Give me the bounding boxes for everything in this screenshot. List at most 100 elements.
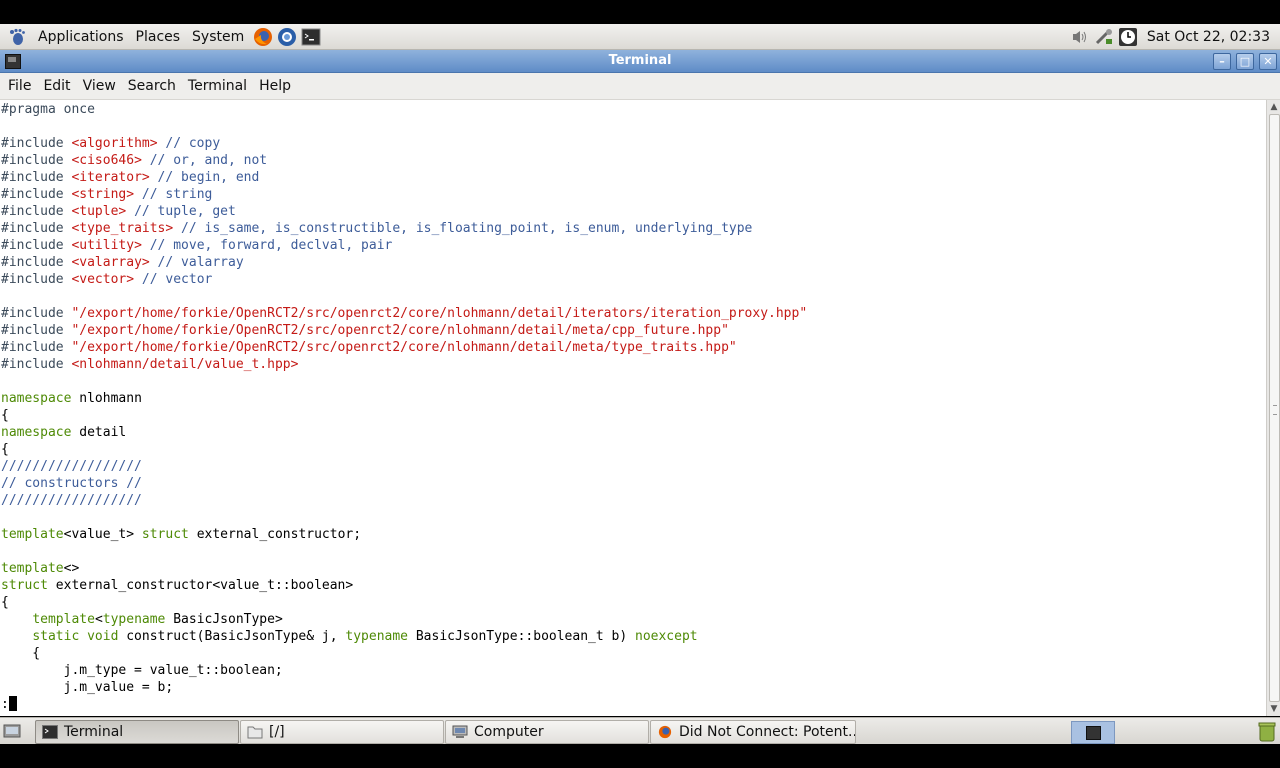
maximize-button[interactable]: □ — [1236, 53, 1254, 70]
menu-edit[interactable]: Edit — [39, 78, 74, 94]
thunderbird-launcher-icon[interactable] — [276, 26, 298, 48]
terminal-launcher-icon[interactable] — [300, 26, 322, 48]
code-token: <> — [63, 561, 80, 576]
terminal-output[interactable]: #pragma once #include <algorithm> // copy… — [0, 100, 1266, 716]
code-token: // valarray — [149, 255, 244, 270]
code-token: template — [32, 612, 95, 627]
code-token: #include — [1, 306, 72, 321]
gnome-foot-icon[interactable] — [8, 28, 26, 46]
code-token: { — [1, 442, 9, 457]
scroll-up-arrow-icon[interactable]: ▲ — [1269, 102, 1279, 112]
code-token: typename — [345, 629, 409, 644]
applications-menu[interactable]: Applications — [32, 29, 130, 45]
scroll-grip-icon — [1273, 405, 1277, 415]
terminal-menubar: File Edit View Search Terminal Help — [0, 73, 1280, 100]
terminal-line: namespace detail — [1, 424, 126, 441]
workspace-switcher[interactable] — [1071, 721, 1115, 744]
panel-clock[interactable]: Sat Oct 22, 02:33 — [1139, 29, 1280, 45]
text-cursor — [8, 696, 17, 711]
window-titlebar[interactable]: Terminal – □ ✕ — [0, 50, 1280, 73]
scrollbar-thumb[interactable] — [1269, 114, 1280, 702]
menu-help[interactable]: Help — [255, 78, 295, 94]
task-computer[interactable]: Computer — [445, 720, 649, 744]
code-token: // begin, end — [149, 170, 260, 185]
code-token: <iterator> — [71, 170, 150, 185]
terminal-line: template<typename BasicJsonType> — [1, 611, 283, 628]
menu-file[interactable]: File — [4, 78, 35, 94]
menu-search[interactable]: Search — [124, 78, 180, 94]
code-token: #include — [1, 170, 72, 185]
task-label: Computer — [474, 724, 544, 740]
terminal-line: { — [1, 594, 9, 611]
places-menu[interactable]: Places — [130, 29, 187, 45]
top-panel: Applications Places System Sat Oct 22, 0… — [0, 24, 1280, 50]
bottom-panel: Terminal [/] Computer Did Not Connect: P… — [0, 717, 1280, 745]
code-token: #include — [1, 238, 72, 253]
code-token: <algorithm> — [71, 136, 158, 151]
terminal-line: namespace nlohmann — [1, 390, 142, 407]
terminal-line: template<> — [1, 560, 79, 577]
code-token: nlohmann — [71, 391, 142, 406]
code-token: ////////////////// — [1, 493, 142, 508]
code-token: template — [1, 561, 64, 576]
close-button[interactable]: ✕ — [1259, 53, 1277, 70]
terminal-line: ////////////////// — [1, 458, 142, 475]
code-token: <tuple> — [71, 204, 127, 219]
window-title: Terminal — [608, 53, 672, 68]
pager-prompt-line[interactable]: : — [1, 696, 17, 713]
code-token: // vector — [134, 272, 213, 287]
code-token: // copy — [157, 136, 221, 151]
network-icon[interactable] — [1093, 27, 1115, 47]
code-token: #pragma once — [1, 102, 95, 117]
code-token: #include — [1, 187, 72, 202]
code-token: // or, and, not — [141, 153, 268, 168]
minimize-button[interactable]: – — [1213, 53, 1231, 70]
task-firefox[interactable]: Did Not Connect: Potent... — [650, 720, 856, 744]
code-token: "/export/home/forkie/OpenRCT2/src/openrc… — [71, 323, 729, 338]
code-token: // move, forward, declval, pair — [141, 238, 393, 253]
code-token: #include — [1, 340, 72, 355]
code-token: <vector> — [71, 272, 135, 287]
code-token: j.m_value = b; — [1, 680, 174, 695]
code-token: BasicJsonType::boolean_t b) — [408, 629, 635, 644]
terminal-line: #include <vector> // vector — [1, 271, 212, 288]
code-token: #include — [1, 221, 72, 236]
terminal-line: j.m_value = b; — [1, 679, 174, 696]
firefox-launcher-icon[interactable] — [252, 26, 274, 48]
code-token: template — [1, 527, 64, 542]
code-token: // string — [134, 187, 213, 202]
code-token: "/export/home/forkie/OpenRCT2/src/openrc… — [71, 306, 808, 321]
code-token: { — [1, 646, 41, 661]
volume-icon[interactable] — [1069, 27, 1091, 47]
clock-applet-icon[interactable] — [1117, 27, 1139, 47]
code-token: <value_t> — [63, 527, 142, 542]
menu-view[interactable]: View — [79, 78, 120, 94]
scroll-down-arrow-icon[interactable]: ▼ — [1269, 704, 1279, 714]
terminal-line: ////////////////// — [1, 492, 142, 509]
show-desktop-icon[interactable] — [3, 722, 21, 740]
trash-icon[interactable] — [1258, 721, 1276, 742]
task-file-browser[interactable]: [/] — [240, 720, 444, 744]
code-token: #include — [1, 323, 72, 338]
pager-prompt: : — [1, 697, 9, 712]
terminal-line: #include <ciso646> // or, and, not — [1, 152, 267, 169]
code-token: external_constructor; — [188, 527, 362, 542]
terminal-line: #include <nlohmann/detail/value_t.hpp> — [1, 356, 298, 373]
task-terminal[interactable]: Terminal — [35, 720, 239, 744]
terminal-line: struct external_constructor<value_t::boo… — [1, 577, 353, 594]
code-token: <string> — [71, 187, 135, 202]
code-token: BasicJsonType> — [165, 612, 283, 627]
code-token: ////////////////// — [1, 459, 142, 474]
code-token: { — [1, 408, 9, 423]
code-token: j.m_type = value_t::boolean; — [1, 663, 283, 678]
terminal-line: #include <type_traits> // is_same, is_co… — [1, 220, 752, 237]
folder-icon — [247, 726, 263, 739]
terminal-line: #include <iterator> // begin, end — [1, 169, 259, 186]
system-menu[interactable]: System — [186, 29, 250, 45]
terminal-line: j.m_type = value_t::boolean; — [1, 662, 283, 679]
code-token: { — [1, 595, 9, 610]
terminal-line: #include "/export/home/forkie/OpenRCT2/s… — [1, 322, 729, 339]
menu-terminal[interactable]: Terminal — [184, 78, 251, 94]
terminal-scrollbar[interactable]: ▲ ▼ — [1266, 100, 1280, 716]
